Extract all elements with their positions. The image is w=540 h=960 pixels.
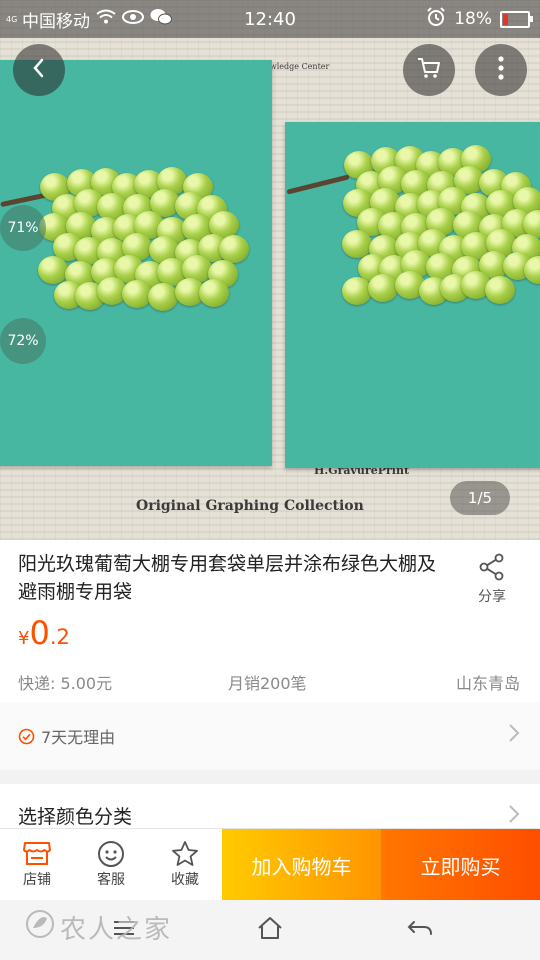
chevron-right-icon (508, 723, 520, 749)
price-integer: 0 (29, 614, 50, 652)
image-page-indicator: 1/5 (450, 481, 510, 515)
network-type: 4G (6, 14, 18, 24)
cart-button[interactable] (403, 44, 455, 96)
price-decimal: .2 (49, 625, 70, 649)
grape (148, 282, 179, 311)
home-icon (257, 916, 283, 944)
leaf-logo-icon (24, 908, 56, 947)
favorite-label: 收藏 (171, 872, 199, 888)
share-label: 分享 (478, 589, 506, 605)
status-bar: 4G 中国移动 12:40 18% (0, 0, 540, 38)
guarantee-label: 7天无理由 (41, 728, 116, 747)
return-arrow-icon (406, 918, 434, 942)
shop-label: 店铺 (23, 872, 51, 888)
guarantee-row[interactable]: 7天无理由 (0, 702, 540, 770)
watermark-text: 农人之家 (60, 915, 173, 945)
more-vertical-icon (497, 55, 505, 85)
price-currency: ¥ (18, 628, 30, 649)
monthly-sales: 月销200笔 (228, 674, 307, 693)
battery-percent: 18% (454, 9, 492, 29)
wechat-icon (150, 8, 172, 31)
buy-now-button[interactable]: 立即购买 (381, 829, 540, 901)
chevron-right-icon (508, 804, 520, 830)
home-button[interactable] (250, 914, 290, 946)
chevron-left-icon (31, 57, 47, 83)
more-button[interactable] (475, 44, 527, 96)
grape-stem (286, 174, 350, 195)
shipping-fee: 快递: 5.00元 (18, 674, 113, 693)
store-icon (0, 839, 74, 869)
select-color-row[interactable]: 选择颜色分类 (0, 784, 540, 832)
grape (341, 276, 372, 305)
newspaper-text: Original Graphing Collection (136, 498, 364, 514)
battery-level (503, 13, 508, 25)
product-title: 阳光玖瑰葡萄大棚专用套袋单层并涂布绿色大棚及避雨棚专用袋 (18, 553, 437, 603)
carrier-name: 中国移动 (22, 11, 90, 32)
product-info-panel: 阳光玖瑰葡萄大棚专用套袋单层并涂布绿色大棚及避雨棚专用袋 分享 ¥0.2 快递:… (0, 540, 540, 702)
grape (219, 235, 250, 264)
watermark: 农人之家 (24, 908, 172, 947)
select-color-label: 选择颜色分类 (18, 806, 133, 828)
wifi-icon (96, 9, 116, 30)
price: ¥0.2 (18, 614, 70, 652)
shopping-cart-icon (416, 56, 442, 84)
grape (121, 280, 152, 308)
product-image-gallery[interactable]: International Business Knowledge Center … (0, 0, 540, 540)
eye-icon (122, 9, 144, 30)
overlay-badge: 72% (0, 318, 46, 364)
share-button[interactable]: 分享 (470, 552, 514, 606)
share-icon (478, 553, 506, 586)
star-icon (148, 839, 222, 869)
favorite-button[interactable]: 收藏 (148, 829, 222, 901)
ship-from-location: 山东青岛 (455, 674, 520, 693)
grape (368, 273, 399, 302)
back-button[interactable] (13, 44, 65, 96)
alarm-icon (426, 6, 446, 32)
add-to-cart-button[interactable]: 加入购物车 (222, 829, 381, 901)
back-nav-button[interactable] (400, 914, 440, 946)
grape-cluster-right (280, 140, 540, 320)
smiley-icon (74, 839, 148, 869)
overlay-badge: 71% (0, 205, 46, 251)
grape (485, 275, 516, 304)
product-detail-page: International Business Knowledge Center … (0, 0, 540, 960)
grape (198, 279, 229, 308)
service-label: 客服 (97, 872, 125, 888)
customer-service-button[interactable]: 客服 (74, 829, 148, 901)
check-circle-icon (18, 728, 35, 745)
grape (38, 256, 69, 285)
shop-button[interactable]: 店铺 (0, 829, 74, 901)
bottom-action-bar: 店铺 客服 收藏 加入购物车 立即购买 (0, 828, 540, 901)
battery-icon (500, 10, 533, 28)
